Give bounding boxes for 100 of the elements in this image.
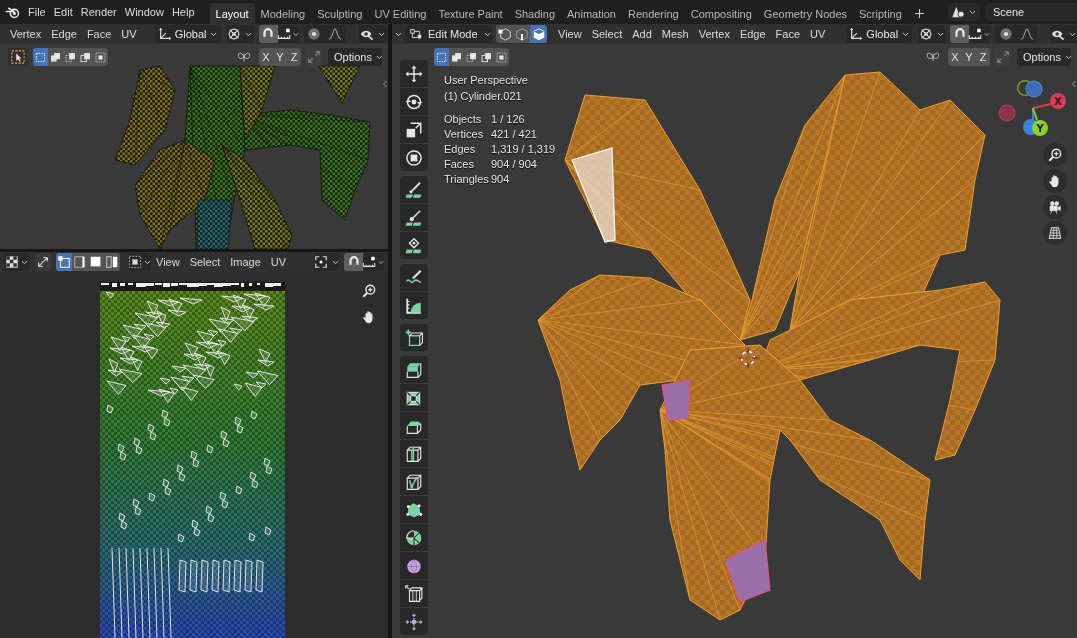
tool-button[interactable]	[400, 580, 428, 607]
workspace-tab[interactable]: Geometry Nodes	[757, 3, 853, 24]
snap-toggle[interactable]	[950, 25, 970, 43]
mesh-select-mode-button[interactable]	[530, 25, 547, 43]
workspace-tab[interactable]: Animation	[561, 3, 622, 24]
uv-select-mode-button[interactable]	[104, 253, 120, 271]
tool-button[interactable]	[400, 356, 428, 383]
menu-item[interactable]: Help	[167, 2, 199, 22]
mirror-axis-toggle[interactable]: Y	[962, 48, 976, 66]
workspace-tab[interactable]: Sculpting	[311, 3, 369, 24]
options-dropdown[interactable]: Options	[328, 48, 382, 66]
orientation-dropdown[interactable]: Global	[154, 25, 221, 43]
sticky-select-dropdown[interactable]	[128, 253, 151, 271]
menu-item[interactable]: UV	[265, 253, 292, 271]
menu-item[interactable]: Face	[81, 25, 117, 43]
menu-item[interactable]: Window	[120, 2, 168, 22]
workspace-tab[interactable]: Rendering	[621, 3, 685, 24]
app-logo-icon[interactable]	[5, 4, 20, 20]
selection-mode-button[interactable]	[63, 48, 78, 66]
mirror-axis-toggle[interactable]: X	[259, 48, 273, 66]
pivot-dropdown[interactable]	[314, 253, 339, 271]
tool-button[interactable]	[400, 468, 428, 495]
menu-item[interactable]: Edge	[46, 25, 82, 43]
selection-mode-button[interactable]	[48, 48, 63, 66]
orientation-dropdown[interactable]: Global	[846, 25, 913, 43]
auto-merge-toggle[interactable]	[995, 48, 1011, 66]
snap-toggle[interactable]	[344, 253, 363, 271]
tool-button[interactable]	[400, 292, 428, 319]
options-dropdown[interactable]: Options	[1017, 48, 1071, 66]
mirror-axis-toggle[interactable]: Z	[287, 48, 301, 66]
tool-button[interactable]	[400, 88, 428, 115]
pivot-dropdown[interactable]	[226, 25, 254, 43]
mesh-select-mode-button[interactable]	[513, 25, 530, 43]
workspace-tab[interactable]: Texture Paint	[432, 3, 509, 24]
tool-button[interactable]	[400, 412, 428, 439]
mode-dropdown[interactable]: Edit Mode	[405, 25, 492, 43]
pivot-dropdown[interactable]	[918, 25, 946, 43]
axis-handle[interactable]	[998, 104, 1016, 122]
mesh-select-mode-button[interactable]	[496, 25, 513, 43]
pan-button[interactable]	[1043, 169, 1067, 193]
tool-button[interactable]	[400, 264, 428, 291]
menu-item[interactable]: View	[151, 253, 185, 271]
workspace-tab[interactable]: Compositing	[684, 3, 758, 24]
tool-button[interactable]	[400, 204, 428, 231]
selection-mode-button[interactable]	[449, 48, 464, 66]
selection-mode-button[interactable]	[479, 48, 494, 66]
selection-mode-button[interactable]	[33, 48, 48, 66]
select-tool-button[interactable]	[8, 48, 27, 66]
scene-field[interactable]: Scene	[985, 3, 1077, 21]
uv-select-mode-button[interactable]	[72, 253, 88, 271]
snap-dropdown[interactable]	[363, 253, 384, 271]
menu-item[interactable]: Image	[225, 253, 266, 271]
sync-toggle[interactable]	[35, 253, 51, 271]
selection-mode-button[interactable]	[78, 48, 93, 66]
selection-mode-button[interactable]	[434, 48, 449, 66]
x-axis-handle[interactable]: X	[1032, 93, 1066, 109]
snap-toggle[interactable]	[258, 25, 278, 43]
camera-button[interactable]	[1043, 195, 1067, 219]
snap-dropdown[interactable]	[969, 25, 991, 43]
tool-button[interactable]	[400, 232, 428, 259]
uv-select-mode-button[interactable]	[56, 253, 72, 271]
tool-button[interactable]	[400, 116, 428, 143]
menu-item[interactable]: Add	[627, 25, 657, 43]
snap-dropdown[interactable]	[277, 25, 299, 43]
menu-item[interactable]: Mesh	[656, 25, 694, 43]
menu-item[interactable]: Render	[76, 2, 121, 22]
workspace-tab[interactable]: Scripting	[853, 3, 908, 24]
proportional-toggle[interactable]	[303, 25, 325, 43]
scene-selector[interactable]	[948, 3, 980, 21]
menu-item[interactable]: Edit	[49, 2, 77, 22]
menu-item[interactable]: Edge	[734, 25, 771, 43]
tool-button[interactable]	[400, 144, 428, 171]
mirror-axis-toggle[interactable]: Y	[273, 48, 287, 66]
menu-item[interactable]: Select	[586, 25, 628, 43]
tool-button[interactable]	[400, 524, 428, 551]
menu-item[interactable]: Select	[184, 253, 226, 271]
axis-handle[interactable]	[1025, 80, 1043, 98]
perspective-button[interactable]	[1043, 221, 1067, 245]
tool-button[interactable]	[400, 60, 428, 87]
menu-item[interactable]: UV	[116, 25, 142, 43]
menu-item[interactable]: UV	[805, 25, 831, 43]
tool-button[interactable]	[400, 176, 428, 203]
falloff-dropdown[interactable]	[324, 25, 346, 43]
tool-button[interactable]	[400, 496, 428, 523]
tool-button[interactable]	[400, 440, 428, 467]
menu-item[interactable]: Vertex	[5, 25, 47, 43]
tool-button[interactable]	[400, 384, 428, 411]
auto-merge-toggle[interactable]	[306, 48, 322, 66]
workspace-tab[interactable]: Modeling	[254, 3, 312, 24]
menu-item[interactable]: Vertex	[693, 25, 735, 43]
falloff-dropdown[interactable]	[1016, 25, 1038, 43]
menu-item[interactable]: Face	[770, 25, 806, 43]
visibility-dropdown[interactable]	[358, 25, 387, 43]
tool-button[interactable]	[400, 324, 428, 351]
uv-select-mode-button[interactable]	[88, 253, 104, 271]
editor-type-dropdown[interactable]	[4, 253, 29, 271]
menu-item[interactable]: View	[553, 25, 587, 43]
workspace-tab[interactable]: Layout	[209, 3, 255, 24]
mirror-axis-toggle[interactable]: Z	[976, 48, 990, 66]
workspace-tab[interactable]: Shading	[508, 3, 562, 24]
